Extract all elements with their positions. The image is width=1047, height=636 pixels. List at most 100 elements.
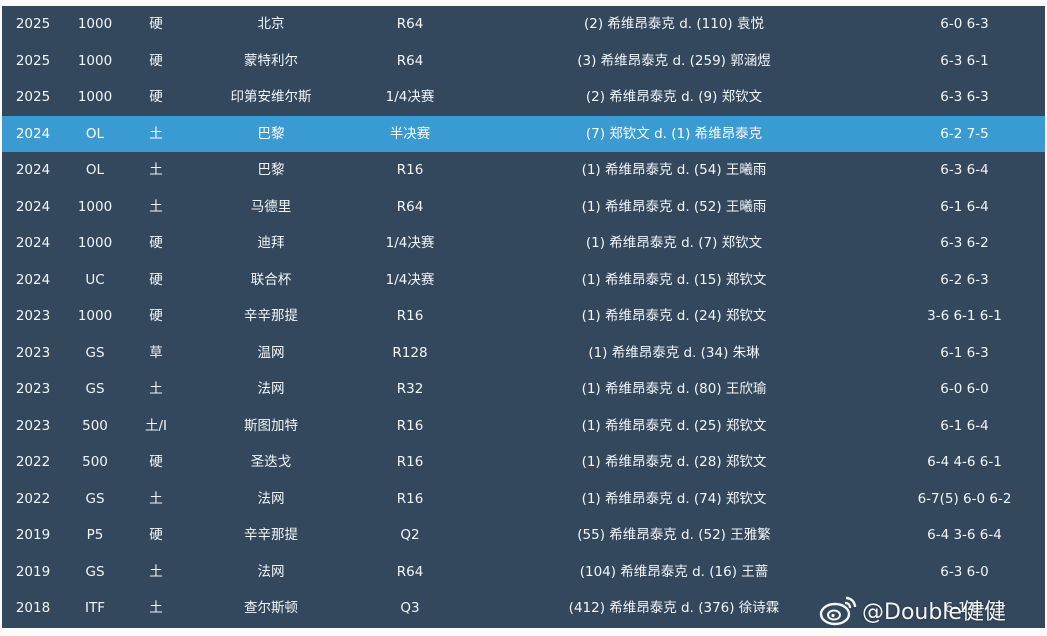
cell-score: 6-3 6-0 xyxy=(940,563,989,580)
cell-year: 2022 xyxy=(15,490,51,507)
cell-match: (1) 希维昂泰克 d. (54) 王曦雨 xyxy=(581,162,767,178)
cell-year: 2025 xyxy=(15,89,51,105)
cell-level: UC xyxy=(85,271,105,288)
cell-score: 3-6 6-1 6-1 xyxy=(927,308,1002,324)
cell-event: 法网 xyxy=(257,381,285,397)
cell-year: 2024 xyxy=(15,125,51,142)
cell-level: GS xyxy=(85,563,105,580)
cell-score: 6-1 6-3 xyxy=(940,344,989,361)
cell-score: 6-0 6-3 xyxy=(940,16,989,32)
cell-surface: 土 xyxy=(149,125,163,142)
cell-surface: 硬 xyxy=(149,235,163,251)
cell-match: (1) 希维昂泰克 d. (52) 王曦雨 xyxy=(581,198,767,215)
cell-level: 500 xyxy=(82,417,108,434)
cell-surface: 硬 xyxy=(149,454,163,470)
cell-round: R16 xyxy=(396,308,424,324)
cell-surface: 土 xyxy=(149,563,163,580)
head-to-head-table: 2025 1000 硬 北京 R64 (2) 希维昂泰克 d. (110) 袁悦 6-0 6… xyxy=(2,6,1045,628)
cell-surface: 硬 xyxy=(149,52,163,69)
cell-match: (1) 希维昂泰克 d. (24) 郑钦文 xyxy=(581,308,767,324)
cell-round: R64 xyxy=(396,563,424,580)
cell-round: 1/4决赛 xyxy=(385,235,435,251)
cell-surface: 土 xyxy=(149,600,163,616)
cell-level: P5 xyxy=(86,527,104,543)
cell-round: R16 xyxy=(396,454,424,470)
cell-score: 6-4 4-6 6-1 xyxy=(927,454,1002,470)
cell-level: 500 xyxy=(82,454,108,470)
cell-match: (3) 希维昂泰克 d. (259) 郭涵煜 xyxy=(577,52,771,69)
cell-surface: 硬 xyxy=(149,16,163,32)
cell-event: 印第安维尔斯 xyxy=(230,89,312,105)
cell-year: 2023 xyxy=(15,417,51,434)
cell-surface: 土 xyxy=(149,381,163,397)
cell-score: 6-3 6-2 xyxy=(940,235,989,251)
cell-score: 6-0 6-0 xyxy=(940,381,989,397)
cell-score: 6-3 6-1 xyxy=(940,52,989,69)
cell-year: 2023 xyxy=(15,344,51,361)
cell-event: 辛辛那提 xyxy=(244,527,298,543)
cell-year: 2024 xyxy=(15,198,51,215)
cell-round: R16 xyxy=(396,417,424,434)
table-row: 2025 1000 硬 蒙特利尔 R64 (3) 希维昂泰克 d. (259) 郭涵煜 6-… xyxy=(2,43,1045,80)
cell-level: GS xyxy=(85,381,105,397)
screenshot-frame: 2025 1000 硬 北京 R64 (2) 希维昂泰克 d. (110) 袁悦 6-0 6… xyxy=(0,0,1047,636)
weibo-icon xyxy=(819,596,857,626)
cell-year: 2025 xyxy=(15,52,51,69)
cell-event: 巴黎 xyxy=(257,125,285,142)
cell-round: R32 xyxy=(396,381,424,397)
cell-match: (1) 希维昂泰克 d. (74) 郑钦文 xyxy=(581,490,767,507)
cell-score: 6-7(5) 6-0 6-2 xyxy=(917,490,1012,507)
cell-round: R64 xyxy=(396,16,424,32)
cell-year: 2022 xyxy=(15,454,51,470)
cell-round: R128 xyxy=(392,344,428,361)
cell-score: 6-1 6-4 xyxy=(940,417,989,434)
cell-score: 6-3 6-4 xyxy=(940,162,989,178)
table-row: 2024 OL 土 巴黎 R16 (1) 希维昂泰克 d. (54) 王曦雨 6-3 6-4 xyxy=(2,152,1045,189)
table-row: 2025 1000 硬 印第安维尔斯 1/4决赛 (2) 希维昂泰克 d. (9) 郑钦文… xyxy=(2,79,1045,116)
cell-surface: 土 xyxy=(149,162,163,178)
cell-surface: 土 xyxy=(149,490,163,507)
cell-event: 北京 xyxy=(257,16,285,32)
cell-event: 法网 xyxy=(257,563,285,580)
cell-event: 巴黎 xyxy=(257,162,285,178)
cell-match: (1) 希维昂泰克 d. (80) 王欣瑜 xyxy=(581,381,767,397)
cell-year: 2018 xyxy=(15,600,51,616)
cell-level: ITF xyxy=(85,600,105,616)
cell-match: (1) 希维昂泰克 d. (28) 郑钦文 xyxy=(581,454,767,470)
cell-match: (1) 希维昂泰克 d. (15) 郑钦文 xyxy=(581,271,767,288)
cell-level: 1000 xyxy=(77,198,113,215)
cell-level: 1000 xyxy=(77,89,113,105)
cell-year: 2019 xyxy=(15,527,51,543)
cell-year: 2024 xyxy=(15,271,51,288)
cell-level: OL xyxy=(85,125,105,142)
cell-round: R64 xyxy=(396,52,424,69)
table-row: 2024 OL 土 巴黎 半决赛 (7) 郑钦文 d. (1) 希维昂泰克 6-2 7-5 xyxy=(2,115,1045,152)
cell-event: 圣迭戈 xyxy=(250,454,292,470)
cell-score: 6-1 6-4 xyxy=(940,198,989,215)
cell-year: 2023 xyxy=(15,381,51,397)
cell-level: 1000 xyxy=(77,16,113,32)
cell-match: (55) 希维昂泰克 d. (52) 王雅繁 xyxy=(577,527,771,543)
cell-match: (1) 希维昂泰克 d. (7) 郑钦文 xyxy=(585,235,763,251)
cell-match: (2) 希维昂泰克 d. (9) 郑钦文 xyxy=(585,89,763,105)
cell-level: GS xyxy=(85,344,105,361)
table-row: 2024 UC 硬 联合杯 1/4决赛 (1) 希维昂泰克 d. (15) 郑钦文 6-2 … xyxy=(2,262,1045,299)
table-row: 2023 1000 硬 辛辛那提 R16 (1) 希维昂泰克 d. (24) 郑钦文 3-6… xyxy=(2,298,1045,335)
cell-event: 蒙特利尔 xyxy=(244,52,298,69)
cell-event: 辛辛那提 xyxy=(244,308,298,324)
cell-surface: 土 xyxy=(149,198,163,215)
cell-event: 斯图加特 xyxy=(244,417,298,434)
table-row: 2023 500 土/I 斯图加特 R16 (1) 希维昂泰克 d. (25) 郑钦文 6-… xyxy=(2,408,1045,445)
cell-score: 6-2 7-5 xyxy=(940,125,989,142)
cell-year: 2024 xyxy=(15,162,51,178)
table-row: 2023 GS 草 温网 R128 (1) 希维昂泰克 d. (34) 朱琳 6-1 6-3 xyxy=(2,335,1045,372)
watermark: @Double健健 xyxy=(818,590,1006,630)
cell-event: 联合杯 xyxy=(250,271,292,288)
cell-score: 6-4 3-6 6-4 xyxy=(927,527,1002,543)
cell-level: 1000 xyxy=(77,308,113,324)
cell-round: Q2 xyxy=(400,527,420,543)
cell-surface: 硬 xyxy=(149,89,163,105)
cell-event: 迪拜 xyxy=(257,235,285,251)
cell-year: 2023 xyxy=(15,308,51,324)
table-row: 2024 1000 硬 迪拜 1/4决赛 (1) 希维昂泰克 d. (7) 郑钦文 6-3 … xyxy=(2,225,1045,262)
